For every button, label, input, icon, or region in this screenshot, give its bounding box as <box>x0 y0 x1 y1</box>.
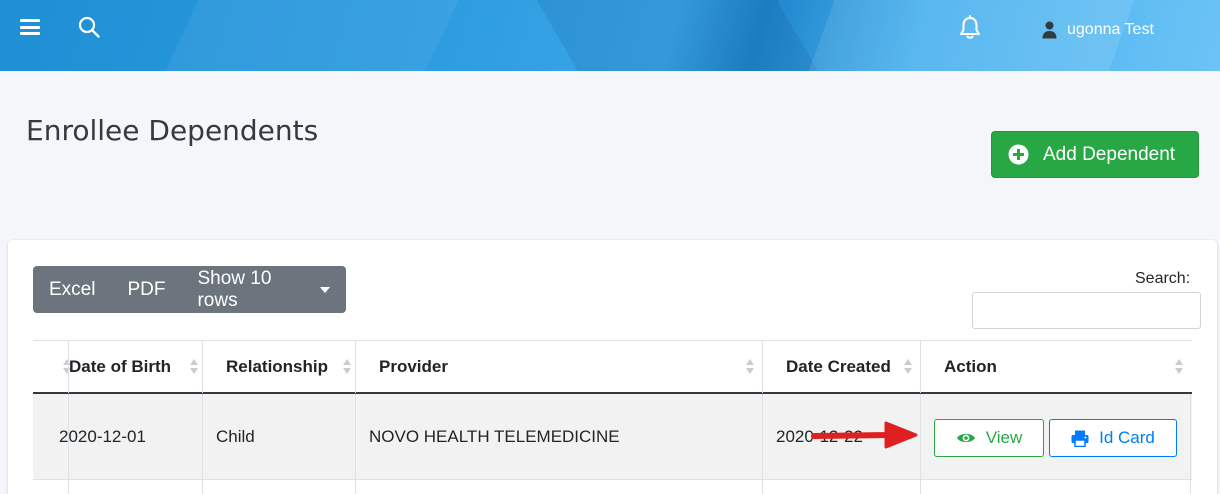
user-name: ugonna Test <box>1067 21 1154 38</box>
column-header-date-of-birth[interactable]: Date of Birth <box>68 341 202 393</box>
search-label: Search: <box>1135 270 1191 287</box>
column-header-date-created[interactable]: Date Created <box>762 341 920 393</box>
table-cell-provider: NOVO HEALTH TELEMEDICINE <box>355 394 762 480</box>
search-icon[interactable] <box>78 16 100 38</box>
navbar-decoration <box>142 0 478 71</box>
column-header-hidden[interactable] <box>33 341 71 393</box>
table-cell <box>355 480 762 494</box>
pdf-button[interactable]: PDF <box>111 266 181 313</box>
column-header-provider[interactable]: Provider <box>355 341 762 393</box>
sort-icon <box>746 359 754 375</box>
eye-icon <box>956 433 975 443</box>
sort-icon <box>1175 359 1183 375</box>
table-header: Date of Birth Relationship Provider Date… <box>33 340 1192 394</box>
table-search-input[interactable] <box>972 292 1201 329</box>
dependents-table: Date of Birth Relationship Provider Date… <box>33 340 1192 494</box>
top-navbar: ugonna Test <box>0 0 1220 71</box>
show-rows-dropdown[interactable]: Show 10 rows <box>181 266 346 313</box>
table-cell <box>68 480 202 494</box>
printer-icon <box>1071 430 1089 447</box>
hamburger-menu-icon[interactable] <box>20 19 40 35</box>
table-export-buttons: Excel PDF Show 10 rows <box>33 266 346 313</box>
table-cell <box>202 480 355 494</box>
bell-icon[interactable] <box>958 15 982 41</box>
table-cell <box>762 480 920 494</box>
view-button-label: View <box>985 428 1023 447</box>
column-header-relationship[interactable]: Relationship <box>202 341 355 393</box>
caret-down-icon <box>320 286 330 293</box>
id-card-button[interactable]: Id Card <box>1049 419 1177 457</box>
table-cell <box>920 480 1191 494</box>
user-icon <box>1042 21 1057 39</box>
view-button[interactable]: View <box>934 419 1044 457</box>
table-row <box>33 480 1192 494</box>
column-header-action[interactable]: Action <box>920 341 1191 393</box>
id-card-button-label: Id Card <box>1099 428 1155 447</box>
red-arrow-annotation <box>811 421 918 449</box>
page-title: Enrollee Dependents <box>26 114 319 147</box>
table-cell-date-of-birth: 2020-12-01 <box>59 394 202 480</box>
sort-icon <box>343 359 351 375</box>
add-dependent-button[interactable]: Add Dependent <box>991 131 1199 178</box>
add-dependent-label: Add Dependent <box>1043 143 1176 165</box>
table-row: 2020-12-01 Child NOVO HEALTH TELEMEDICIN… <box>33 394 1192 480</box>
plus-circle-icon <box>1008 144 1029 165</box>
navbar-decoration <box>519 0 841 71</box>
user-menu[interactable]: ugonna Test <box>1042 19 1154 41</box>
table-cell-relationship: Child <box>202 394 355 480</box>
excel-button[interactable]: Excel <box>33 266 111 313</box>
sort-icon <box>904 359 912 375</box>
sort-icon <box>190 359 198 375</box>
